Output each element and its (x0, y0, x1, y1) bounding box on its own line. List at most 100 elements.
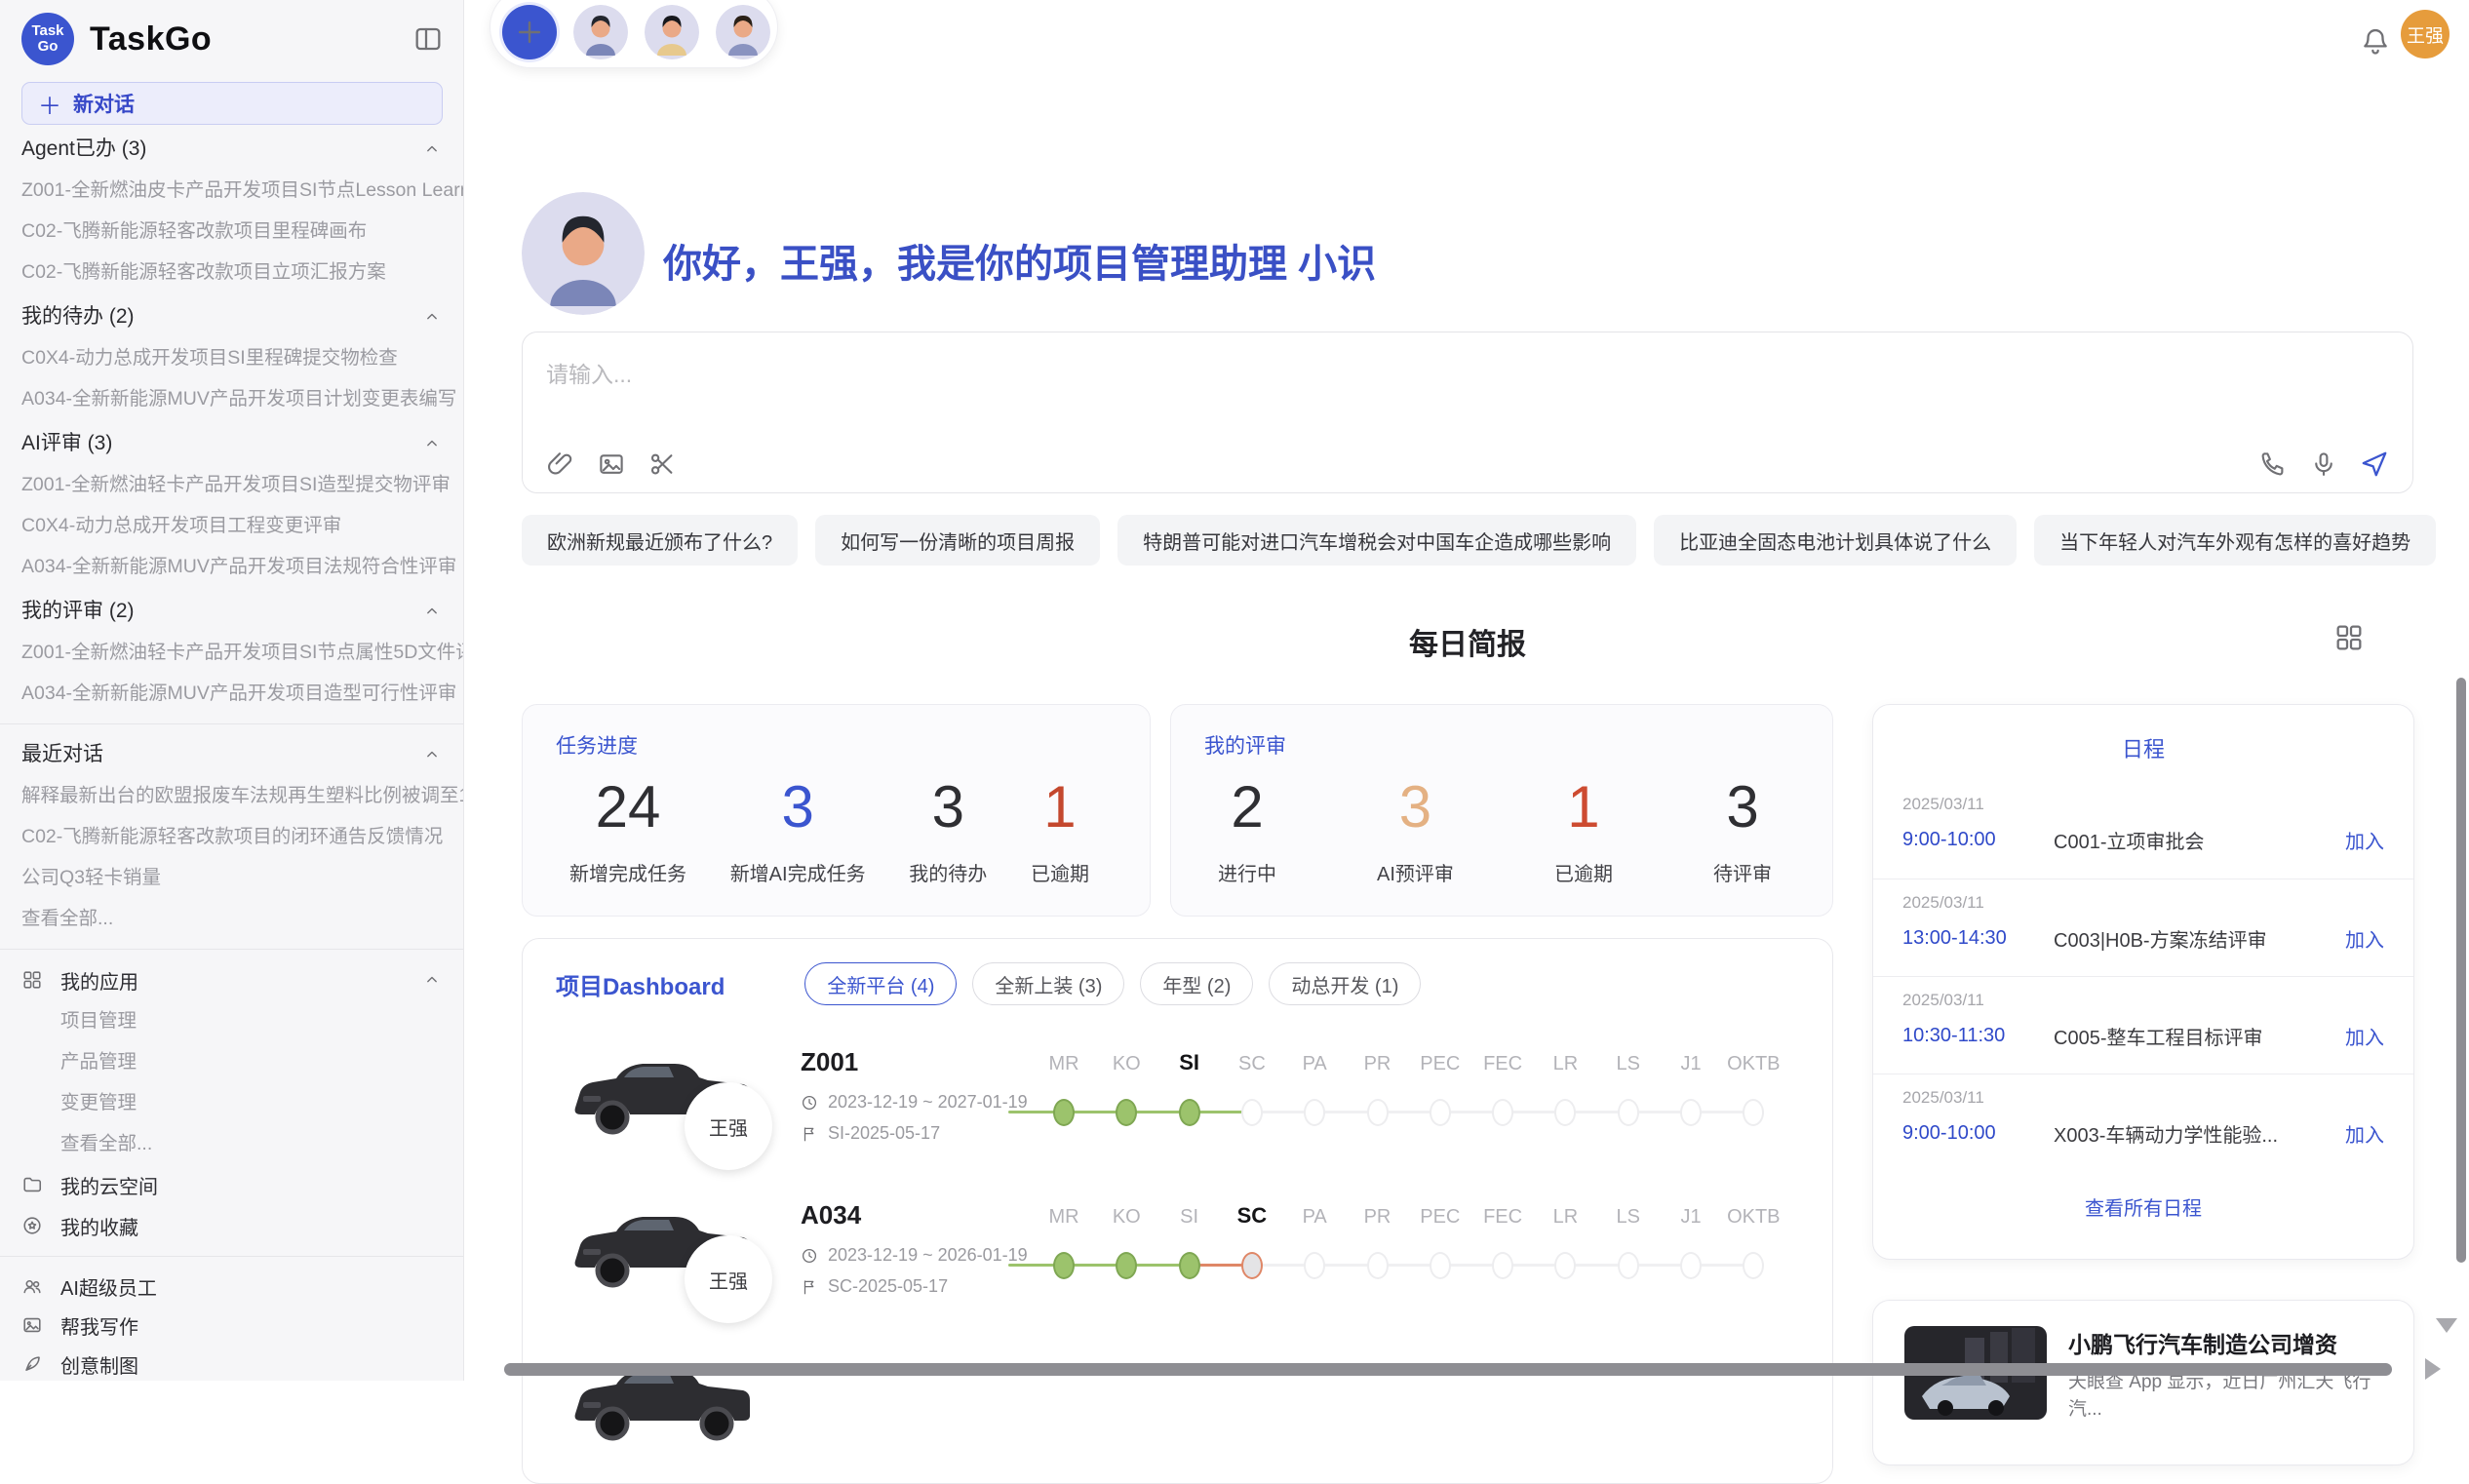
sidebar-task-item[interactable]: Z001-全新燃油皮卡产品开发项目SI节点Lesson Learn报告 (0, 170, 463, 211)
sidebar-collapse-icon[interactable] (412, 23, 444, 55)
notification-bell-icon[interactable] (2360, 25, 2391, 57)
milestone-dot (1680, 1099, 1702, 1126)
agent-avatar-2[interactable] (645, 5, 699, 59)
vertical-scrollbar[interactable] (2456, 678, 2466, 1263)
schedule-join-link[interactable]: 加入 (2345, 924, 2384, 953)
stat-label: AI预评审 (1377, 858, 1454, 886)
app-item[interactable]: 项目管理 (0, 1000, 463, 1041)
stat-value: 3 (909, 773, 987, 840)
stat-card-title: 我的评审 (1204, 730, 1785, 760)
screenshot-scissors-icon[interactable] (647, 449, 677, 479)
input-toolbar-right (2258, 449, 2389, 479)
sidebar-task-item[interactable]: Z001-全新燃油轻卡产品开发项目SI节点属性5D文件评审 (0, 632, 463, 673)
recent-chat-item[interactable]: 查看全部... (0, 898, 463, 939)
sidebar-task-item[interactable]: C0X4-动力总成开发项目工程变更评审 (0, 505, 463, 546)
schedule-join-link[interactable]: 加入 (2345, 1022, 2384, 1050)
sidebar-task-item[interactable]: A034-全新新能源MUV产品开发项目法规符合性评审 (0, 546, 463, 587)
recent-chats-header[interactable]: 最近对话 (0, 734, 463, 775)
milestone-dot (1179, 1252, 1200, 1279)
sidebar-task-item[interactable]: C02-飞腾新能源轻客改款项目立项汇报方案 (0, 252, 463, 293)
sidebar-section-header[interactable]: 我的评审 (2) (0, 591, 463, 632)
project-row: 王强 Z001 2023-12-19 ~ 2027-01-19 SI-2025-… (523, 1018, 1832, 1171)
project-name: A034 (801, 1200, 861, 1230)
agent-avatar-3[interactable] (716, 5, 770, 59)
recent-chat-item[interactable]: C02-飞腾新能源轻客改款项目的闭环通告反馈情况 (0, 816, 463, 857)
milestone-label: SI (1155, 1050, 1225, 1075)
sidebar-section-header[interactable]: AI评审 (3) (0, 423, 463, 464)
recent-chat-item[interactable]: 解释最新出台的欧盟报废车法规再生塑料比例被调至15%... (0, 775, 463, 816)
schedule-join-link[interactable]: 加入 (2345, 1119, 2384, 1148)
sidebar-section-header[interactable]: 我的待办 (2) (0, 296, 463, 337)
sidebar-task-item[interactable]: C02-飞腾新能源轻客改款项目里程碑画布 (0, 211, 463, 252)
image-upload-icon[interactable] (597, 449, 626, 479)
milestone-label: LS (1593, 1206, 1664, 1229)
sidebar-footer-item[interactable]: AI超级员工 (0, 1267, 463, 1306)
dashboard-tab[interactable]: 年型 (2) (1140, 962, 1253, 1005)
project-date-range: 2023-12-19 ~ 2026-01-19 (828, 1245, 1028, 1266)
pen-icon (21, 1353, 43, 1375)
app-item[interactable]: 变更管理 (0, 1082, 463, 1123)
suggestion-chip[interactable]: 欧洲新规最近颁布了什么? (522, 515, 798, 566)
schedule-join-link[interactable]: 加入 (2345, 826, 2384, 854)
stat-item: 3 新增AI完成任务 (730, 773, 866, 886)
footer-item-label: AI超级员工 (60, 1272, 157, 1301)
news-card[interactable]: 小鹏飞行汽车制造公司增资 天眼查 App 显示，近日广州汇天飞行汽... (1872, 1300, 2414, 1465)
my-cloud-label: 我的云空间 (60, 1171, 158, 1199)
sidebar-footer-item[interactable]: 创意制图 (0, 1345, 463, 1381)
sidebar-footer-item[interactable]: 帮我写作 (0, 1306, 463, 1345)
schedule-title: 日程 (1873, 732, 2413, 763)
project-flag: SC-2025-05-17 (801, 1276, 948, 1297)
dashboard-tab[interactable]: 全新平台 (4) (804, 962, 957, 1005)
chat-input[interactable] (546, 350, 2009, 399)
suggestion-chip[interactable]: 特朗普可能对进口汽车增税会对中国车企造成哪些影响 (1117, 515, 1636, 566)
schedule-row: 9:00-10:00 C001-立项审批会 加入 (1902, 826, 2384, 854)
grid-icon (21, 969, 43, 991)
sidebar-task-item[interactable]: A034-全新新能源MUV产品开发项目造型可行性评审 (0, 673, 463, 714)
image-icon (21, 1314, 43, 1336)
horizontal-scrollbar[interactable] (504, 1363, 2392, 1376)
my-favorites-item[interactable]: 我的收藏 (0, 1205, 463, 1246)
dashboard-tab[interactable]: 动总开发 (1) (1269, 962, 1421, 1005)
dashboard-header: 项目Dashboard 全新平台 (4)全新上装 (3)年型 (2)动总开发 (… (523, 939, 1832, 1005)
new-chat-button[interactable]: ＋ 新对话 (21, 82, 443, 125)
send-icon[interactable] (2360, 449, 2389, 479)
suggestion-chip[interactable]: 如何写一份清晰的项目周报 (815, 515, 1100, 566)
scroll-right-arrow-icon[interactable] (2425, 1358, 2441, 1380)
recent-chat-item[interactable]: 公司Q3轻卡销量 (0, 857, 463, 898)
sidebar-task-item[interactable]: C0X4-动力总成开发项目SI里程碑提交物检查 (0, 337, 463, 378)
milestone-dot (1116, 1099, 1137, 1126)
stat-label: 已逾期 (1031, 858, 1089, 886)
scroll-down-arrow-icon[interactable] (2436, 1318, 2457, 1333)
agent-avatar-1[interactable] (573, 5, 628, 59)
app-item[interactable]: 查看全部... (0, 1123, 463, 1164)
attachment-icon[interactable] (546, 449, 575, 479)
app-item[interactable]: 产品管理 (0, 1041, 463, 1082)
sidebar-section-header[interactable]: Agent已办 (3) (0, 129, 463, 170)
stat-card-title: 任务进度 (556, 730, 1103, 760)
dashboard-tab[interactable]: 全新上装 (3) (972, 962, 1124, 1005)
user-avatar[interactable]: 王强 (2401, 10, 2449, 59)
milestone-dot (1367, 1252, 1389, 1279)
sidebar-task-item[interactable]: A034-全新新能源MUV产品开发项目计划变更表编写 (0, 378, 463, 419)
sidebar-task-item[interactable]: Z001-全新燃油轻卡产品开发项目SI造型提交物评审 (0, 464, 463, 505)
suggestion-chip[interactable]: 比亚迪全固态电池计划具体说了什么 (1654, 515, 2017, 566)
my-cloud-item[interactable]: 我的云空间 (0, 1164, 463, 1205)
milestone-dot (1053, 1099, 1075, 1126)
chevron-up-icon (422, 745, 442, 764)
schedule-view-all-link[interactable]: 查看所有日程 (1873, 1192, 2413, 1221)
milestone-label: PEC (1405, 1206, 1475, 1229)
microphone-icon[interactable] (2309, 449, 2338, 479)
suggestion-chip[interactable]: 当下年轻人对汽车外观有怎样的喜好趋势 (2034, 515, 2436, 566)
my-apps-header[interactable]: 我的应用 (0, 959, 463, 1000)
stat-value: 1 (1554, 773, 1613, 840)
layout-grid-icon[interactable] (2333, 622, 2365, 653)
schedule-meeting-name: X003-车辆动力学性能验... (2054, 1119, 2345, 1148)
chevron-up-icon (422, 970, 442, 990)
schedule-time: 9:00-10:00 (1902, 829, 2054, 851)
add-agent-button[interactable] (502, 5, 557, 59)
milestone-label: PR (1343, 1053, 1413, 1075)
plus-icon: ＋ (38, 87, 61, 121)
stat-items: 24 新增完成任务3 新增AI完成任务3 我的待办1 已逾期 (556, 773, 1103, 886)
schedule-row: 9:00-10:00 X003-车辆动力学性能验... 加入 (1902, 1119, 2384, 1148)
voice-call-icon[interactable] (2258, 449, 2288, 479)
